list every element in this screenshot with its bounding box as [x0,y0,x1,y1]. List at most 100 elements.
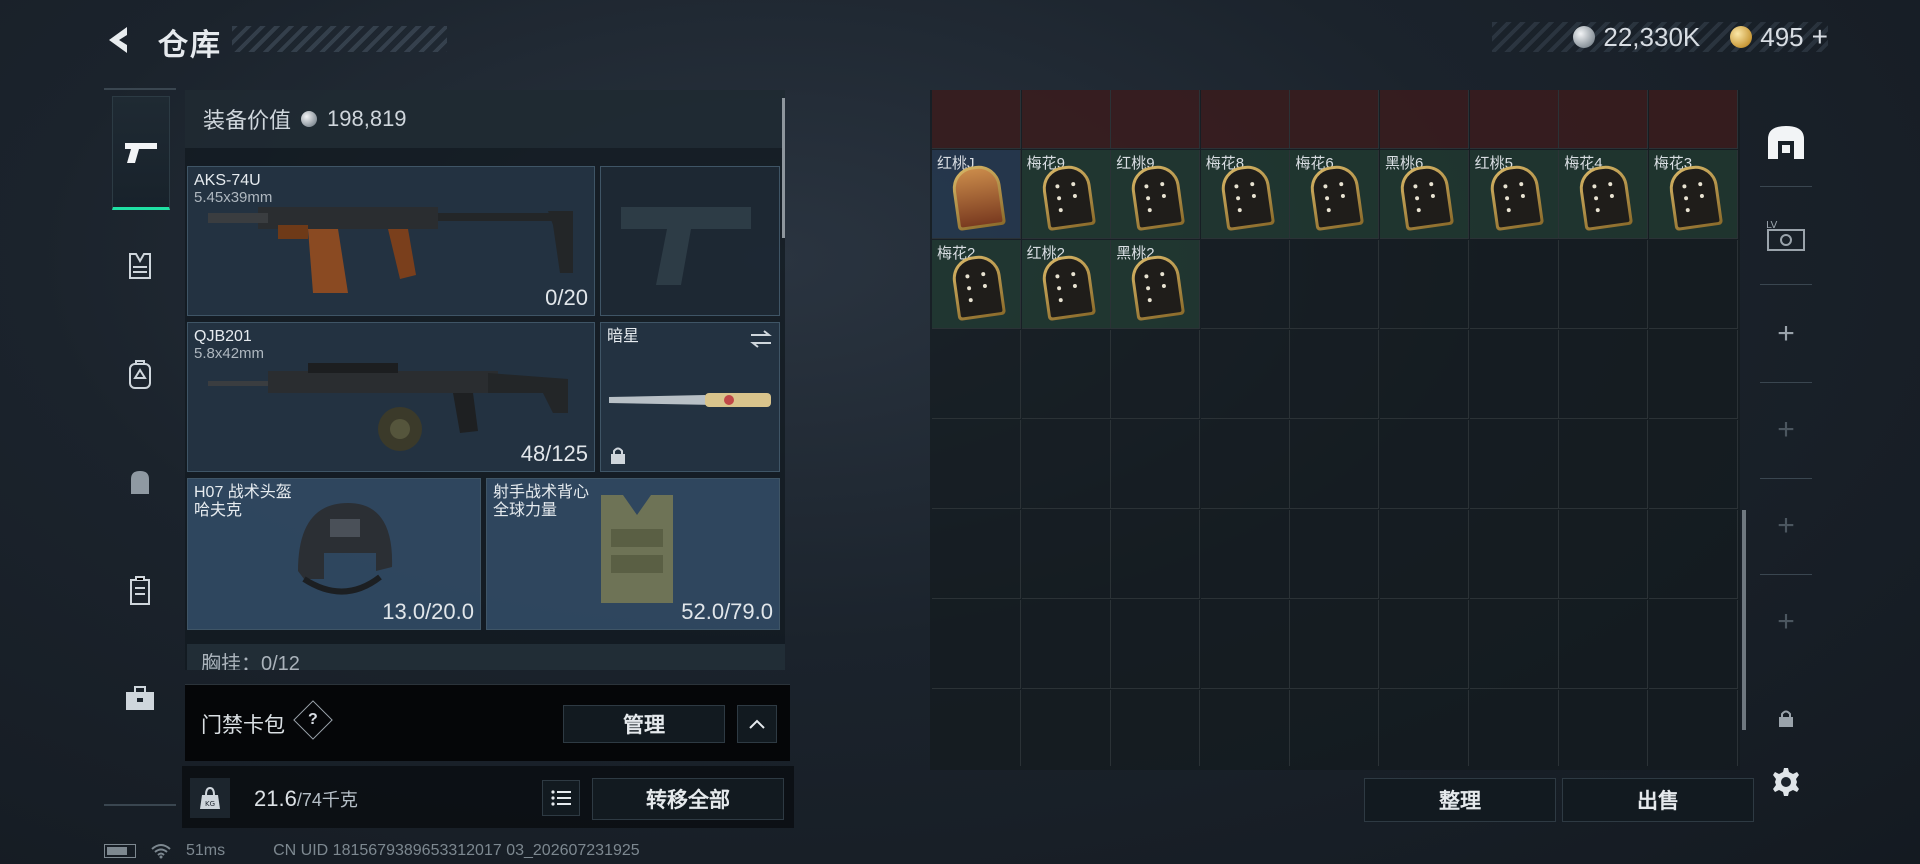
storage-cell[interactable] [1469,600,1559,689]
storage-cell[interactable] [932,510,1021,599]
storage-cell[interactable] [1559,330,1649,419]
transfer-all-button[interactable]: 转移全部 [592,778,784,820]
storage-cell[interactable] [932,600,1021,689]
equipment-scrollbar[interactable] [782,98,785,238]
storage-cell[interactable] [1380,330,1469,419]
add-storage-button[interactable]: + [1756,496,1816,556]
storage-cell[interactable] [1200,330,1290,419]
storage-cell[interactable] [1290,240,1380,329]
storage-cell[interactable] [1200,600,1290,689]
manage-button[interactable]: 管理 [563,705,725,743]
list-view-button[interactable] [542,780,580,816]
storage-cell[interactable] [932,690,1021,766]
help-button[interactable]: ? [293,700,333,740]
tab-case[interactable] [112,562,168,618]
storage-cell[interactable] [1380,690,1469,766]
storage-item-card[interactable]: 梅花6 [1290,150,1380,239]
tab-weapons[interactable] [112,96,170,210]
storage-cell[interactable] [1290,690,1380,766]
storage-cell[interactable] [1469,240,1559,329]
lock-storage-button[interactable] [1756,688,1816,748]
storage-cell[interactable] [1111,90,1201,149]
storage-cell[interactable] [1380,420,1469,509]
storage-cell[interactable] [1648,90,1738,149]
tab-toolbox[interactable] [112,670,168,726]
storage-cell[interactable] [1111,330,1201,419]
storage-cell[interactable] [1200,420,1290,509]
storage-item-card[interactable]: 梅花3 [1648,150,1738,239]
storage-cell[interactable] [1648,510,1738,599]
add-storage-button[interactable]: + [1756,400,1816,460]
sell-button[interactable]: 出售 [1562,778,1754,822]
storage-item-card[interactable]: 梅花2 [932,240,1021,329]
storage-item-card[interactable]: 梅花4 [1559,150,1649,239]
secondary-weapon-slot[interactable]: QJB201 5.8x42mm 48/125 [187,322,595,472]
storage-cell[interactable] [1380,600,1469,689]
helmet-slot[interactable]: H07 战术头盔 哈夫克 13.0/20.0 [187,478,481,630]
storage-item-card[interactable]: 红桃5 [1469,150,1559,239]
storage-cell[interactable] [1021,90,1111,149]
storage-item-card[interactable]: 红桃2 [1021,240,1111,329]
storage-cell[interactable] [1111,420,1201,509]
storage-cell[interactable] [1648,330,1738,419]
storage-cell[interactable] [1021,330,1111,419]
storage-cell[interactable] [1200,510,1290,599]
storage-cell[interactable] [1200,90,1290,149]
tab-armor[interactable] [112,238,168,294]
storage-cell[interactable] [932,330,1021,419]
storage-cell[interactable] [1380,240,1469,329]
storage-cell[interactable] [1469,510,1559,599]
storage-cell[interactable] [1648,600,1738,689]
storage-cell[interactable] [1290,90,1380,149]
storage-cell[interactable] [1111,510,1201,599]
tab-backpack[interactable] [112,346,168,402]
storage-cell[interactable] [1469,90,1559,149]
storage-item-card[interactable]: 梅花9 [1021,150,1111,239]
storage-cell[interactable] [1559,240,1649,329]
pistol-slot[interactable] [600,166,780,316]
storage-cell[interactable] [932,90,1021,149]
storage-item-card[interactable]: 梅花8 [1200,150,1290,239]
storage-cell[interactable] [1380,90,1469,149]
storage-cell[interactable] [1022,690,1111,766]
storage-cell[interactable] [1559,600,1649,689]
tab-warehouse[interactable] [1756,112,1816,172]
expand-button[interactable] [737,705,777,743]
storage-cell[interactable] [1648,420,1738,509]
storage-cell[interactable] [1111,600,1201,689]
storage-cell[interactable] [1200,240,1290,329]
storage-cell[interactable] [932,420,1021,509]
primary-weapon-slot[interactable]: AKS-74U 5.45x39mm 0/20 [187,166,595,316]
storage-cell[interactable] [1021,510,1111,599]
storage-cell[interactable] [1559,420,1649,509]
sort-button[interactable]: 整理 [1364,778,1556,822]
storage-scrollbar[interactable] [1742,510,1746,730]
tab-level-storage[interactable]: LV [1756,206,1816,266]
storage-cell[interactable] [1559,690,1649,766]
swap-icon[interactable] [749,329,773,349]
storage-cell[interactable] [1470,690,1559,766]
add-storage-button[interactable]: + [1756,592,1816,652]
tab-bag[interactable] [112,454,168,510]
storage-cell[interactable] [1469,330,1559,419]
chest-rig-row[interactable]: 胸挂：0/12 [187,644,785,670]
storage-cell[interactable] [1649,690,1738,766]
vest-slot[interactable]: 射手战术背心 全球力量 52.0/79.0 [486,478,780,630]
storage-item-card[interactable]: 黑桃6 [1380,150,1469,239]
storage-item-card[interactable]: 红桃9 [1111,150,1201,239]
storage-item-card[interactable]: 红桃J [932,150,1021,239]
storage-cell[interactable] [1290,600,1380,689]
storage-cell[interactable] [1111,690,1201,766]
melee-slot[interactable]: 暗星 [600,322,780,472]
storage-cell[interactable] [1290,330,1380,419]
back-button[interactable] [100,20,140,60]
storage-cell[interactable] [1648,240,1738,329]
storage-item-card[interactable]: 黑桃2 [1111,240,1201,329]
storage-cell[interactable] [1380,510,1469,599]
add-storage-button[interactable]: + [1756,304,1816,364]
storage-cell[interactable] [1290,420,1380,509]
settings-button[interactable] [1756,752,1816,812]
storage-cell[interactable] [1559,90,1649,149]
storage-cell[interactable] [1021,600,1111,689]
storage-cell[interactable] [1021,420,1111,509]
